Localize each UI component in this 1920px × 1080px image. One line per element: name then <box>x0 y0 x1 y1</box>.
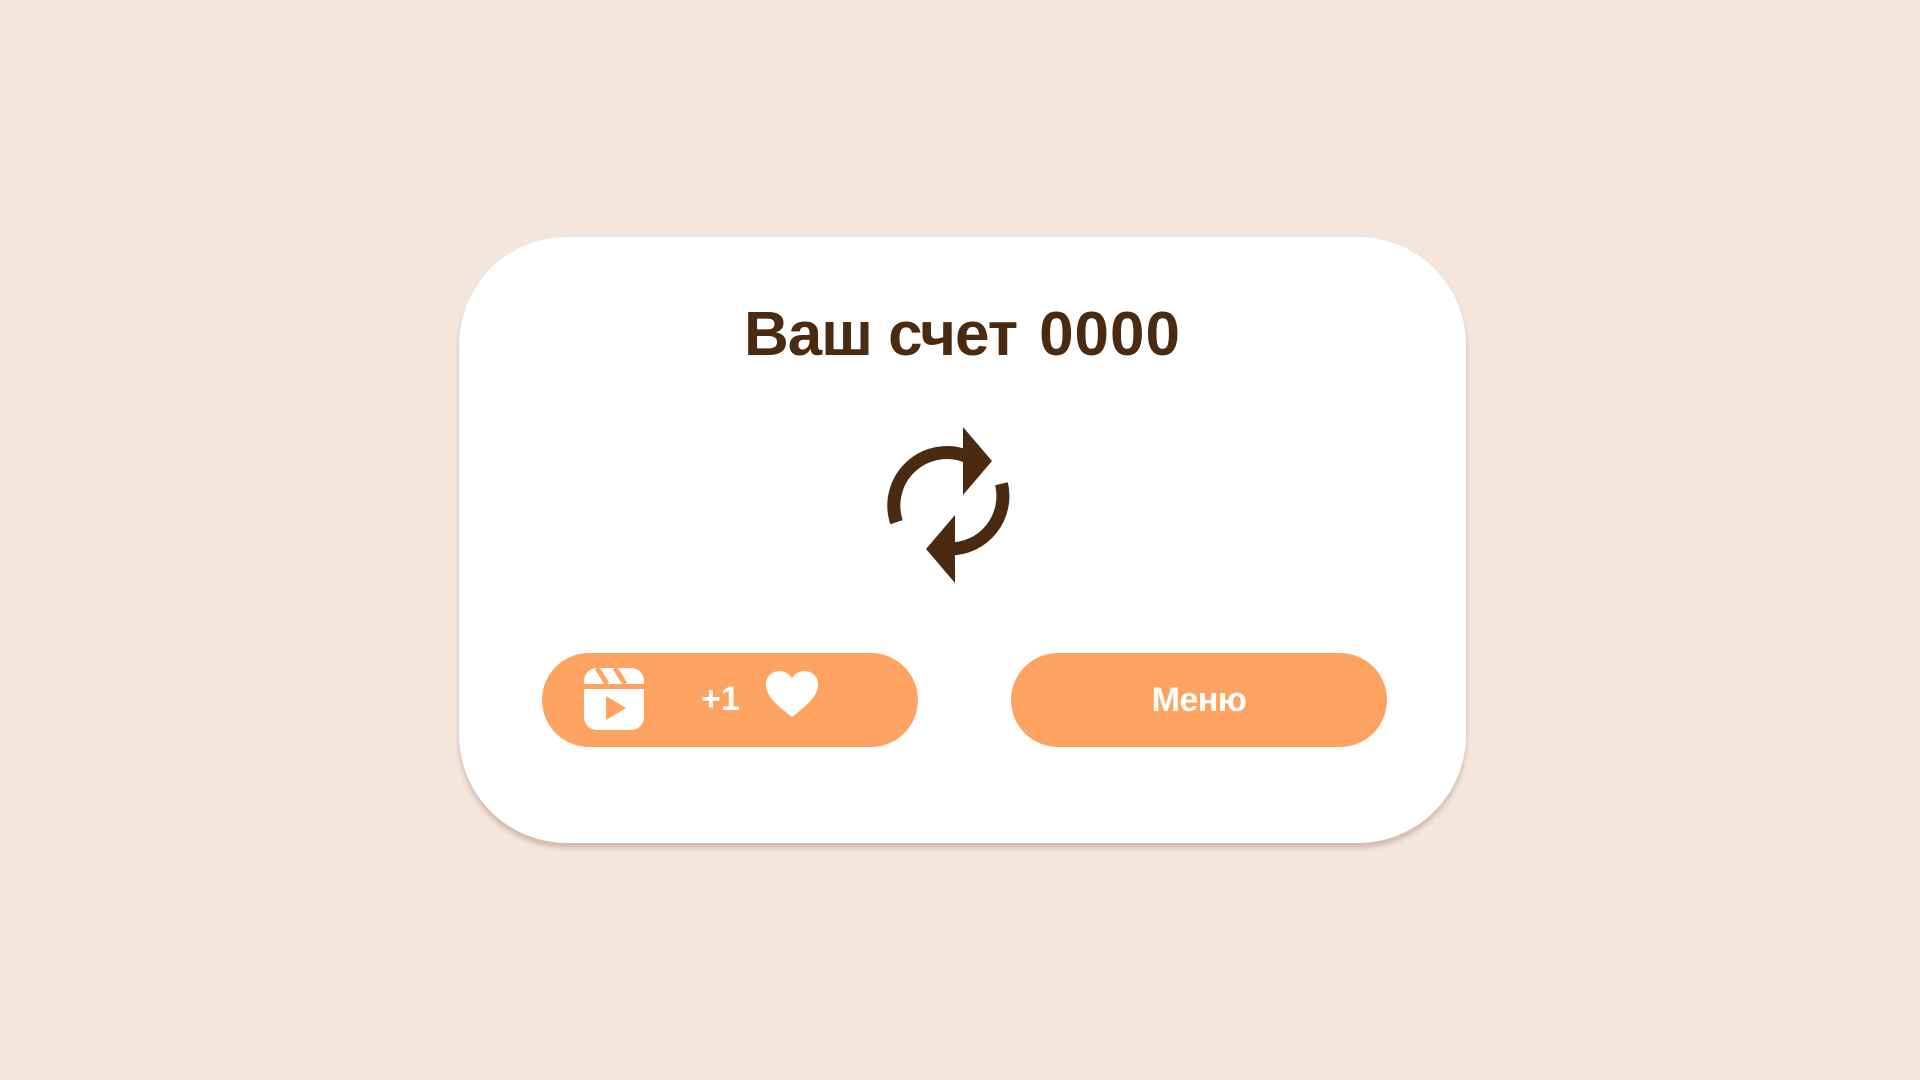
score-label: Ваш счет <box>744 300 1018 369</box>
refresh-icon <box>887 427 1010 583</box>
game-over-dialog: Ваш счет 0000 +1 Меню <box>459 237 1466 843</box>
heart-icon <box>766 671 818 719</box>
score-line: Ваш счет 0000 <box>459 299 1466 371</box>
reward-label: +1 <box>701 680 740 718</box>
watch-ad-extra-life-button[interactable]: +1 <box>542 653 918 747</box>
menu-button[interactable]: Меню <box>1011 653 1387 747</box>
restart-button[interactable] <box>879 407 1039 599</box>
menu-button-label: Меню <box>1151 680 1247 719</box>
video-reel-icon <box>584 668 644 730</box>
score-value: 0000 <box>1039 300 1181 369</box>
